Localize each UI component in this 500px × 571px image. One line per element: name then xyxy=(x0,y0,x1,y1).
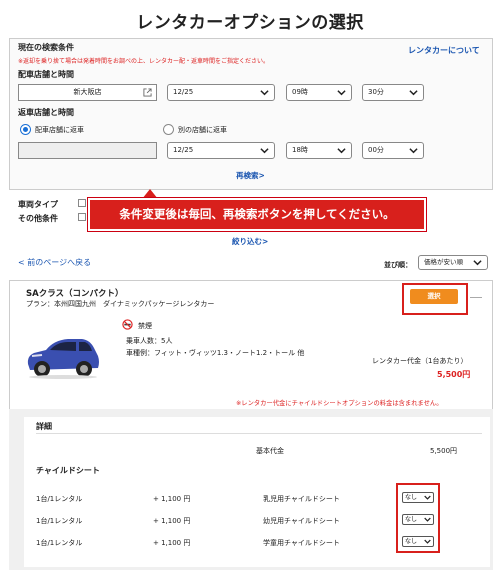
booster-seat-select[interactable]: なし xyxy=(402,536,434,547)
search-heading: 現在の検索条件 xyxy=(18,43,74,52)
row-seat-name: 幼児用チャイルドシート xyxy=(263,517,340,525)
search-note: ※返却を乗り捨て場合は発着時間をお調べの上、レンタカー配・返車時間をご指定くださ… xyxy=(18,58,270,65)
vehicle-type-checkbox[interactable] xyxy=(78,199,86,207)
divider xyxy=(36,433,482,434)
toddler-seat-select[interactable]: なし xyxy=(402,514,434,525)
car-image xyxy=(27,339,99,379)
fee-label: レンタカー代金（1台あたり） xyxy=(372,357,468,365)
return-date-value: 12/25 xyxy=(173,146,194,154)
row-seat-name: 乳児用チャイルドシート xyxy=(263,495,340,503)
fee-note: ※レンタカー代金にチャイルドシートオプションの料金は含まれません。 xyxy=(236,400,443,407)
research-callout: 条件変更後は毎回、再検索ボタンを押してください。 xyxy=(87,197,427,232)
infant-seat-value: なし xyxy=(405,494,418,501)
return-minute-value: 00分 xyxy=(368,146,384,154)
row-unit: 1台/1レンタル xyxy=(36,539,83,547)
base-fee-label: 基本代金 xyxy=(256,447,284,455)
divider xyxy=(470,297,482,298)
car-examples: 車種例：フィット・ヴィッツ1.3・ノート1.2・トール 他 xyxy=(126,349,305,357)
chevron-down-icon xyxy=(424,517,431,522)
pickup-date-select[interactable]: 12/25 xyxy=(167,84,275,101)
smoking-status: 禁煙 xyxy=(138,322,152,330)
return-other-radio[interactable] xyxy=(163,124,174,135)
chevron-down-icon xyxy=(260,148,269,154)
about-rental-link[interactable]: レンタカーについて xyxy=(408,45,480,56)
page-title: レンタカーオプションの選択 xyxy=(136,13,364,33)
return-same-radio[interactable] xyxy=(20,124,31,135)
pickup-store-input[interactable]: 新大阪店 xyxy=(18,84,157,101)
car-class-name: SAクラス（コンパクト） xyxy=(26,289,124,299)
return-minute-select[interactable]: 00分 xyxy=(362,142,424,159)
base-fee-value: 5,500円 xyxy=(430,447,458,455)
chevron-down-icon xyxy=(260,90,269,96)
chevron-down-icon xyxy=(473,260,482,266)
toddler-seat-value: なし xyxy=(405,516,418,523)
booster-seat-value: なし xyxy=(405,538,418,545)
return-date-select[interactable]: 12/25 xyxy=(167,142,275,159)
return-same-label: 配車店舗に返車 xyxy=(35,126,84,134)
pickup-hour-select[interactable]: 09時 xyxy=(286,84,352,101)
select-button[interactable]: 選択 xyxy=(410,289,458,304)
external-link-icon xyxy=(143,88,152,97)
research-link[interactable]: 再検索> xyxy=(236,170,265,181)
chevron-down-icon xyxy=(409,148,418,154)
vehicle-type-label: 車両タイプ xyxy=(18,200,58,209)
return-other-label: 別の店舗に返車 xyxy=(178,126,227,134)
back-link[interactable]: < 前のページへ戻る xyxy=(18,257,91,268)
row-unit: 1台/1レンタル xyxy=(36,495,83,503)
return-hour-value: 18時 xyxy=(292,146,308,154)
fee-value: 5,500円 xyxy=(437,370,471,379)
row-price: + 1,100 円 xyxy=(153,495,191,503)
return-heading: 返車店舗と時間 xyxy=(18,108,74,117)
chevron-down-icon xyxy=(337,148,346,154)
return-store-input[interactable] xyxy=(18,142,157,159)
pickup-hour-value: 09時 xyxy=(292,88,308,96)
chevron-down-icon xyxy=(337,90,346,96)
details-heading: 詳細 xyxy=(36,422,52,431)
pickup-store-value: 新大阪店 xyxy=(73,88,102,96)
car-capacity: 乗車人数：5人 xyxy=(126,337,173,345)
pickup-minute-value: 30分 xyxy=(368,88,384,96)
sort-label: 並び順： xyxy=(384,261,412,269)
narrow-down-link[interactable]: 絞り込む> xyxy=(232,236,268,247)
child-seat-heading: チャイルドシート xyxy=(36,466,100,475)
pickup-date-value: 12/25 xyxy=(173,88,194,96)
sort-value: 価格が安い順 xyxy=(424,258,463,266)
return-hour-select[interactable]: 18時 xyxy=(286,142,352,159)
chevron-down-icon xyxy=(409,90,418,96)
pickup-minute-select[interactable]: 30分 xyxy=(362,84,424,101)
other-conditions-label: その他条件 xyxy=(18,214,58,223)
sort-select[interactable]: 価格が安い順 xyxy=(418,255,488,270)
row-price: + 1,100 円 xyxy=(153,539,191,547)
chevron-down-icon xyxy=(424,539,431,544)
row-price: + 1,100 円 xyxy=(153,517,191,525)
infant-seat-select[interactable]: なし xyxy=(402,492,434,503)
other-conditions-checkbox[interactable] xyxy=(78,213,86,221)
row-unit: 1台/1レンタル xyxy=(36,517,83,525)
no-smoking-icon xyxy=(122,319,133,330)
chevron-down-icon xyxy=(424,495,431,500)
pickup-heading: 配車店舗と時間 xyxy=(18,70,74,79)
car-plan: プラン：本州四国九州 ダイナミックパッケージレンタカー xyxy=(26,300,215,308)
row-seat-name: 学童用チャイルドシート xyxy=(263,539,340,547)
